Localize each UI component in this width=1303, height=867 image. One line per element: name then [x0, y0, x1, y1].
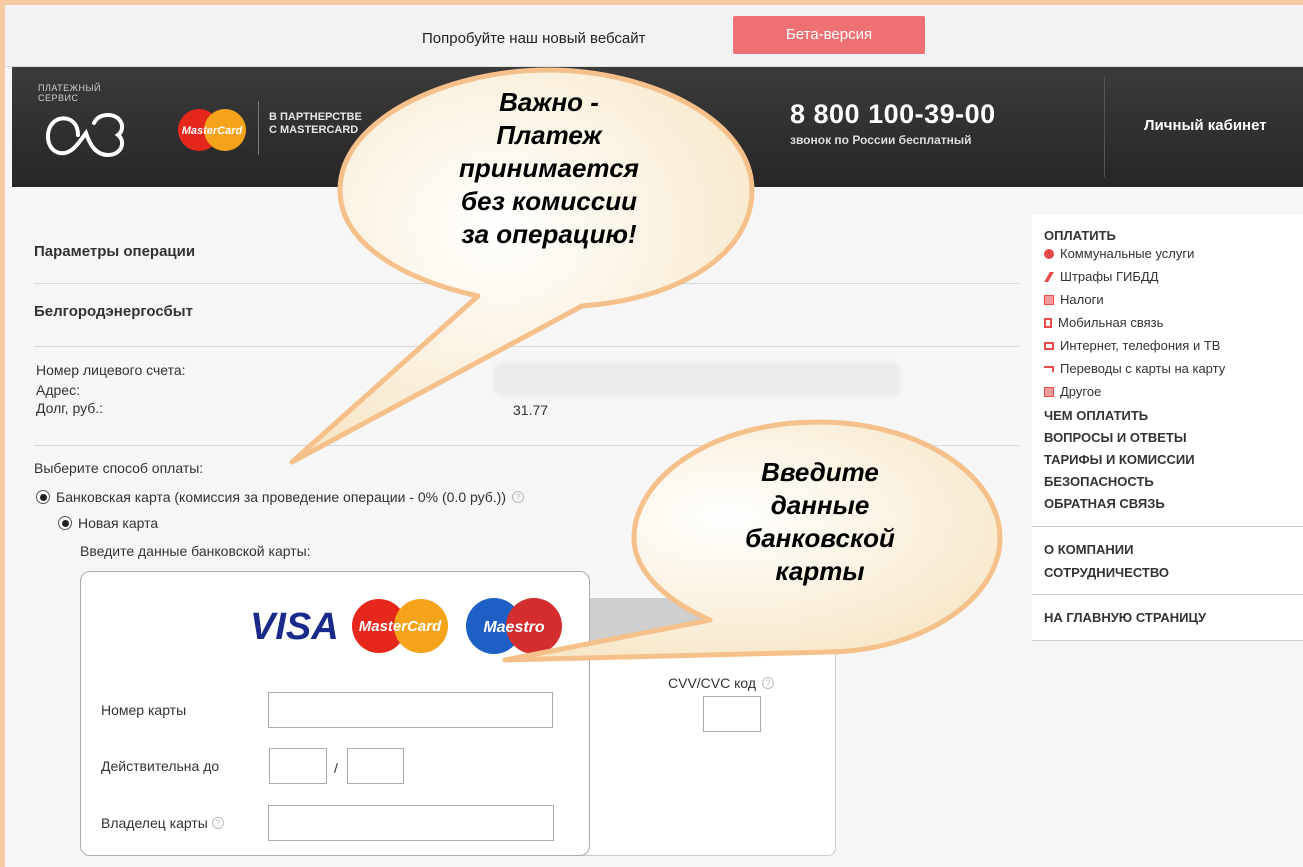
card-number-label: Номер карты: [101, 702, 187, 718]
magnetic-strip: [561, 599, 835, 653]
help-icon[interactable]: ?: [512, 491, 525, 503]
sidebar-item-transfers[interactable]: Переводы с карты на карту: [1044, 361, 1225, 376]
choose-method-label: Выберите способ оплаты:: [34, 460, 204, 476]
debt-label: Долг, руб.:: [36, 400, 104, 416]
sidebar-link-feedback[interactable]: ОБРАТНАЯ СВЯЗЬ: [1044, 496, 1165, 511]
card-back-panel: [560, 598, 836, 856]
redacted-info: [494, 362, 900, 396]
sidebar-item-taxes[interactable]: Налоги: [1044, 292, 1104, 307]
account-number-label: Номер лицевого счета:: [36, 362, 186, 378]
card-holder-input[interactable]: [268, 805, 554, 841]
help-icon[interactable]: ?: [762, 677, 775, 689]
bank-card-radio[interactable]: Банковская карта (комиссия за проведение…: [36, 489, 525, 505]
sidebar-item-other[interactable]: Другое: [1044, 384, 1101, 399]
operation-params-title: Параметры операции: [34, 243, 196, 260]
expiry-separator: /: [334, 760, 338, 776]
promo-text: Попробуйте наш новый вебсайт: [422, 30, 646, 47]
beta-version-button[interactable]: Бета-версия: [733, 16, 925, 54]
sidebar-divider: [1032, 594, 1303, 595]
hotline-phone[interactable]: 8 800 100-39-00: [790, 99, 996, 130]
callout-text-card: Введите данные банковской карты: [745, 457, 895, 586]
card-brands-logo: VISA MasterCard Maestro: [250, 598, 562, 654]
expiry-month-input[interactable]: [269, 748, 327, 784]
svg-text:MasterCard: MasterCard: [182, 125, 243, 137]
hotline-caption: звонок по России бесплатный: [790, 133, 972, 147]
tv-icon: [1044, 341, 1054, 350]
divider: [34, 445, 1019, 446]
tax-icon: [1044, 294, 1054, 305]
provider-title: Белгородэнергосбыт: [34, 303, 193, 320]
sidebar-link-partnership[interactable]: СОТРУДНИЧЕСТВО: [1044, 565, 1169, 580]
pay-heading[interactable]: ОПЛАТИТЬ: [1044, 228, 1116, 243]
radio-selected-icon[interactable]: [36, 490, 50, 504]
valid-until-label: Действительна до: [101, 758, 220, 774]
mastercard-logo: MasterCard: [178, 109, 246, 151]
new-card-radio[interactable]: Новая карта: [58, 515, 158, 531]
address-label: Адрес:: [36, 382, 80, 398]
sidebar-item-fines[interactable]: Штрафы ГИБДД: [1044, 269, 1159, 284]
expiry-year-input[interactable]: [347, 748, 404, 784]
sidebar-item-internet[interactable]: Интернет, телефония и ТВ: [1044, 338, 1220, 353]
sidebar-link-security[interactable]: БЕЗОПАСНОСТЬ: [1044, 474, 1154, 489]
divider: [34, 283, 1019, 284]
other-icon: [1044, 386, 1054, 397]
cvv-label: CVV/CVC код ?: [668, 675, 775, 691]
card-number-input[interactable]: [268, 692, 553, 728]
sidebar-item-utilities[interactable]: Коммунальные услуги: [1044, 246, 1194, 261]
sidebar-divider: [1032, 526, 1303, 527]
pen-icon: [1044, 271, 1054, 282]
account-link[interactable]: Личный кабинет: [1144, 117, 1267, 134]
radio-selected-icon[interactable]: [58, 516, 72, 530]
callout-text-commission: Важно - Платеж принимается без комиссии …: [459, 87, 639, 249]
svg-text:VISA: VISA: [250, 606, 339, 648]
sidebar-link-how-to-pay[interactable]: ЧЕМ ОПЛАТИТЬ: [1044, 408, 1148, 423]
sidebar-link-home[interactable]: НА ГЛАВНУЮ СТРАНИЦУ: [1044, 610, 1206, 625]
utilities-icon: [1044, 248, 1054, 259]
divider: [34, 346, 1019, 347]
a3-logo-icon[interactable]: [38, 105, 148, 165]
cvv-input[interactable]: [703, 696, 761, 732]
debt-value: 31.77: [513, 402, 549, 418]
sidebar-link-about[interactable]: О КОМПАНИИ: [1044, 542, 1133, 557]
svg-text:MasterCard: MasterCard: [359, 618, 442, 635]
partner-text: В ПАРТНЕРСТВЕ С MASTERCARD: [258, 101, 368, 155]
card-holder-label: Владелец карты ?: [101, 815, 224, 831]
enter-card-label: Введите данные банковской карты:: [80, 543, 311, 559]
logo-caption: ПЛАТЕЖНЫЙ СЕРВИС: [38, 83, 101, 103]
svg-text:Maestro: Maestro: [483, 619, 545, 636]
header-divider: [1104, 77, 1105, 177]
mobile-icon: [1044, 317, 1052, 328]
transfer-icon: [1044, 365, 1054, 372]
sidebar-link-faq[interactable]: ВОПРОСЫ И ОТВЕТЫ: [1044, 430, 1187, 445]
help-icon[interactable]: ?: [211, 817, 224, 829]
sidebar-link-tariffs[interactable]: ТАРИФЫ И КОМИССИИ: [1044, 452, 1195, 467]
promo-bar: Попробуйте наш новый вебсайт Бета-версия: [0, 0, 1303, 67]
sidebar-item-mobile[interactable]: Мобильная связь: [1044, 315, 1163, 330]
